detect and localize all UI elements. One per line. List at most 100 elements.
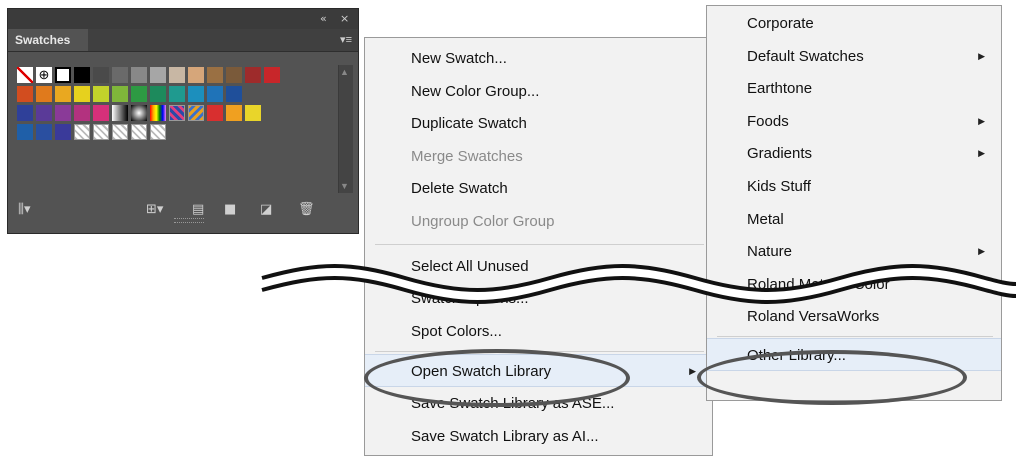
menu-item-label: Kids Stuff xyxy=(747,178,811,195)
swatch[interactable] xyxy=(93,86,109,102)
swatch[interactable] xyxy=(93,124,109,140)
swatch[interactable] xyxy=(245,105,261,121)
collapse-icon[interactable]: « xyxy=(320,12,327,25)
menu-item[interactable]: New Color Group... xyxy=(365,75,712,108)
menu-item-label: Merge Swatches xyxy=(411,147,523,165)
swatch[interactable] xyxy=(55,124,71,140)
swatch[interactable] xyxy=(74,124,90,140)
menu-item[interactable]: Select All Unused xyxy=(365,250,712,283)
swatch[interactable] xyxy=(264,67,280,83)
swatch[interactable] xyxy=(131,67,147,83)
library-icon[interactable]: ⫼▾ xyxy=(18,202,31,217)
swatch[interactable] xyxy=(112,67,128,83)
swatch[interactable] xyxy=(226,105,242,121)
menu-item[interactable]: Kids Stuff xyxy=(707,170,1001,203)
swatch[interactable] xyxy=(36,86,52,102)
swatch[interactable] xyxy=(207,86,223,102)
scroll-down-icon[interactable]: ▼ xyxy=(340,181,349,191)
menu-item[interactable]: Metal xyxy=(707,203,1001,236)
menu-item-label: Nature xyxy=(747,243,793,261)
swatch[interactable] xyxy=(112,86,128,102)
menu-item[interactable]: Gradients ▶ xyxy=(707,137,1001,170)
menu-item[interactable]: Duplicate Swatch xyxy=(365,107,712,140)
menu-item-label: Corporate xyxy=(747,15,814,32)
swatch[interactable] xyxy=(150,86,166,102)
menu-item[interactable]: New Swatch... xyxy=(365,42,712,75)
show-kinds-icon[interactable]: ⊞▾ xyxy=(146,202,163,217)
menu-item-label: Earthtone xyxy=(747,80,813,98)
swatch[interactable] xyxy=(112,105,128,121)
callout-ellipse-other-library xyxy=(697,350,967,405)
swatch[interactable] xyxy=(17,86,33,102)
swatch[interactable] xyxy=(169,86,185,102)
menu-item[interactable]: Nature ▶ xyxy=(707,235,1001,268)
swatch-scrollbar[interactable]: ▲ ▼ xyxy=(338,65,353,193)
swatch[interactable] xyxy=(55,67,71,83)
swatch[interactable] xyxy=(169,67,185,83)
menu-item-label: Roland Metallic Color xyxy=(747,275,890,293)
swatch[interactable] xyxy=(74,105,90,121)
swatch[interactable] xyxy=(55,86,71,102)
swatch[interactable] xyxy=(112,124,128,140)
swatch[interactable] xyxy=(74,86,90,102)
menu-item: Merge Swatches xyxy=(365,140,712,173)
swatch[interactable] xyxy=(226,67,242,83)
submenu-arrow-icon: ▶ xyxy=(978,246,985,257)
swatch[interactable] xyxy=(188,105,204,121)
menu-item[interactable]: Corporate xyxy=(707,7,1001,40)
panel-menu-icon[interactable]: ▾≡ xyxy=(340,33,352,46)
swatch[interactable] xyxy=(131,86,147,102)
menu-item[interactable]: Spot Colors... xyxy=(365,315,712,348)
swatch[interactable] xyxy=(93,105,109,121)
submenu-arrow-icon: ▶ xyxy=(978,50,985,61)
menu-item-label: Delete Swatch xyxy=(411,180,508,198)
swatch[interactable] xyxy=(188,86,204,102)
new-folder-icon[interactable]: ■ xyxy=(224,202,236,217)
menu-separator xyxy=(717,335,993,337)
menu-item: Ungroup Color Group xyxy=(365,205,712,238)
swatch[interactable] xyxy=(36,105,52,121)
menu-item[interactable]: Swatch Options... xyxy=(365,282,712,315)
callout-ellipse-open-library xyxy=(364,349,630,407)
swatch[interactable] xyxy=(207,67,223,83)
menu-item-label: Save Swatch Library as AI... xyxy=(411,427,599,445)
swatch[interactable] xyxy=(188,67,204,83)
trash-icon[interactable]: 🗑 xyxy=(298,202,315,217)
swatch[interactable] xyxy=(150,105,166,121)
close-icon[interactable]: × xyxy=(340,12,349,25)
swatch[interactable] xyxy=(74,67,90,83)
tab-swatches[interactable]: Swatches xyxy=(8,29,88,51)
swatch-registration[interactable]: ⊕ xyxy=(36,67,52,83)
swatch[interactable] xyxy=(131,124,147,140)
menu-item[interactable]: Save Swatch Library as AI... xyxy=(365,420,712,453)
swatch[interactable] xyxy=(17,105,33,121)
list-view-icon[interactable]: ▤ xyxy=(192,202,204,217)
panel-footer: ⫼▾ ⊞▾ ▤ ■ ◪ 🗑 xyxy=(8,195,358,225)
swatch[interactable] xyxy=(17,124,33,140)
swatch[interactable] xyxy=(93,67,109,83)
menu-item-label: New Swatch... xyxy=(411,50,507,67)
menu-item[interactable]: Default Swatches ▶ xyxy=(707,40,1001,73)
swatch[interactable] xyxy=(245,67,261,83)
resize-grip[interactable] xyxy=(174,218,204,223)
menu-item[interactable]: Foods ▶ xyxy=(707,105,1001,138)
swatch[interactable] xyxy=(55,105,71,121)
swatch[interactable] xyxy=(226,86,242,102)
submenu-arrow-icon: ▶ xyxy=(689,366,696,377)
menu-item-label: Ungroup Color Group xyxy=(411,213,555,230)
menu-item[interactable]: Roland Metallic Color xyxy=(707,268,1001,301)
swatch[interactable] xyxy=(131,105,147,121)
menu-item[interactable]: Earthtone xyxy=(707,72,1001,105)
swatch[interactable] xyxy=(169,105,185,121)
menu-item[interactable]: Roland VersaWorks xyxy=(707,300,1001,333)
swatch[interactable] xyxy=(36,124,52,140)
swatch-library-submenu: Corporate Default Swatches ▶ Earthtone Foods… xyxy=(706,5,1002,401)
new-swatch-icon[interactable]: ◪ xyxy=(260,202,272,217)
swatch[interactable] xyxy=(207,105,223,121)
panel-tab-row: Swatches ▾≡ xyxy=(8,29,358,52)
swatch[interactable] xyxy=(150,124,166,140)
swatch[interactable] xyxy=(150,67,166,83)
scroll-up-icon[interactable]: ▲ xyxy=(340,67,349,77)
menu-item[interactable]: Delete Swatch xyxy=(365,172,712,205)
swatch-none[interactable] xyxy=(17,67,33,83)
